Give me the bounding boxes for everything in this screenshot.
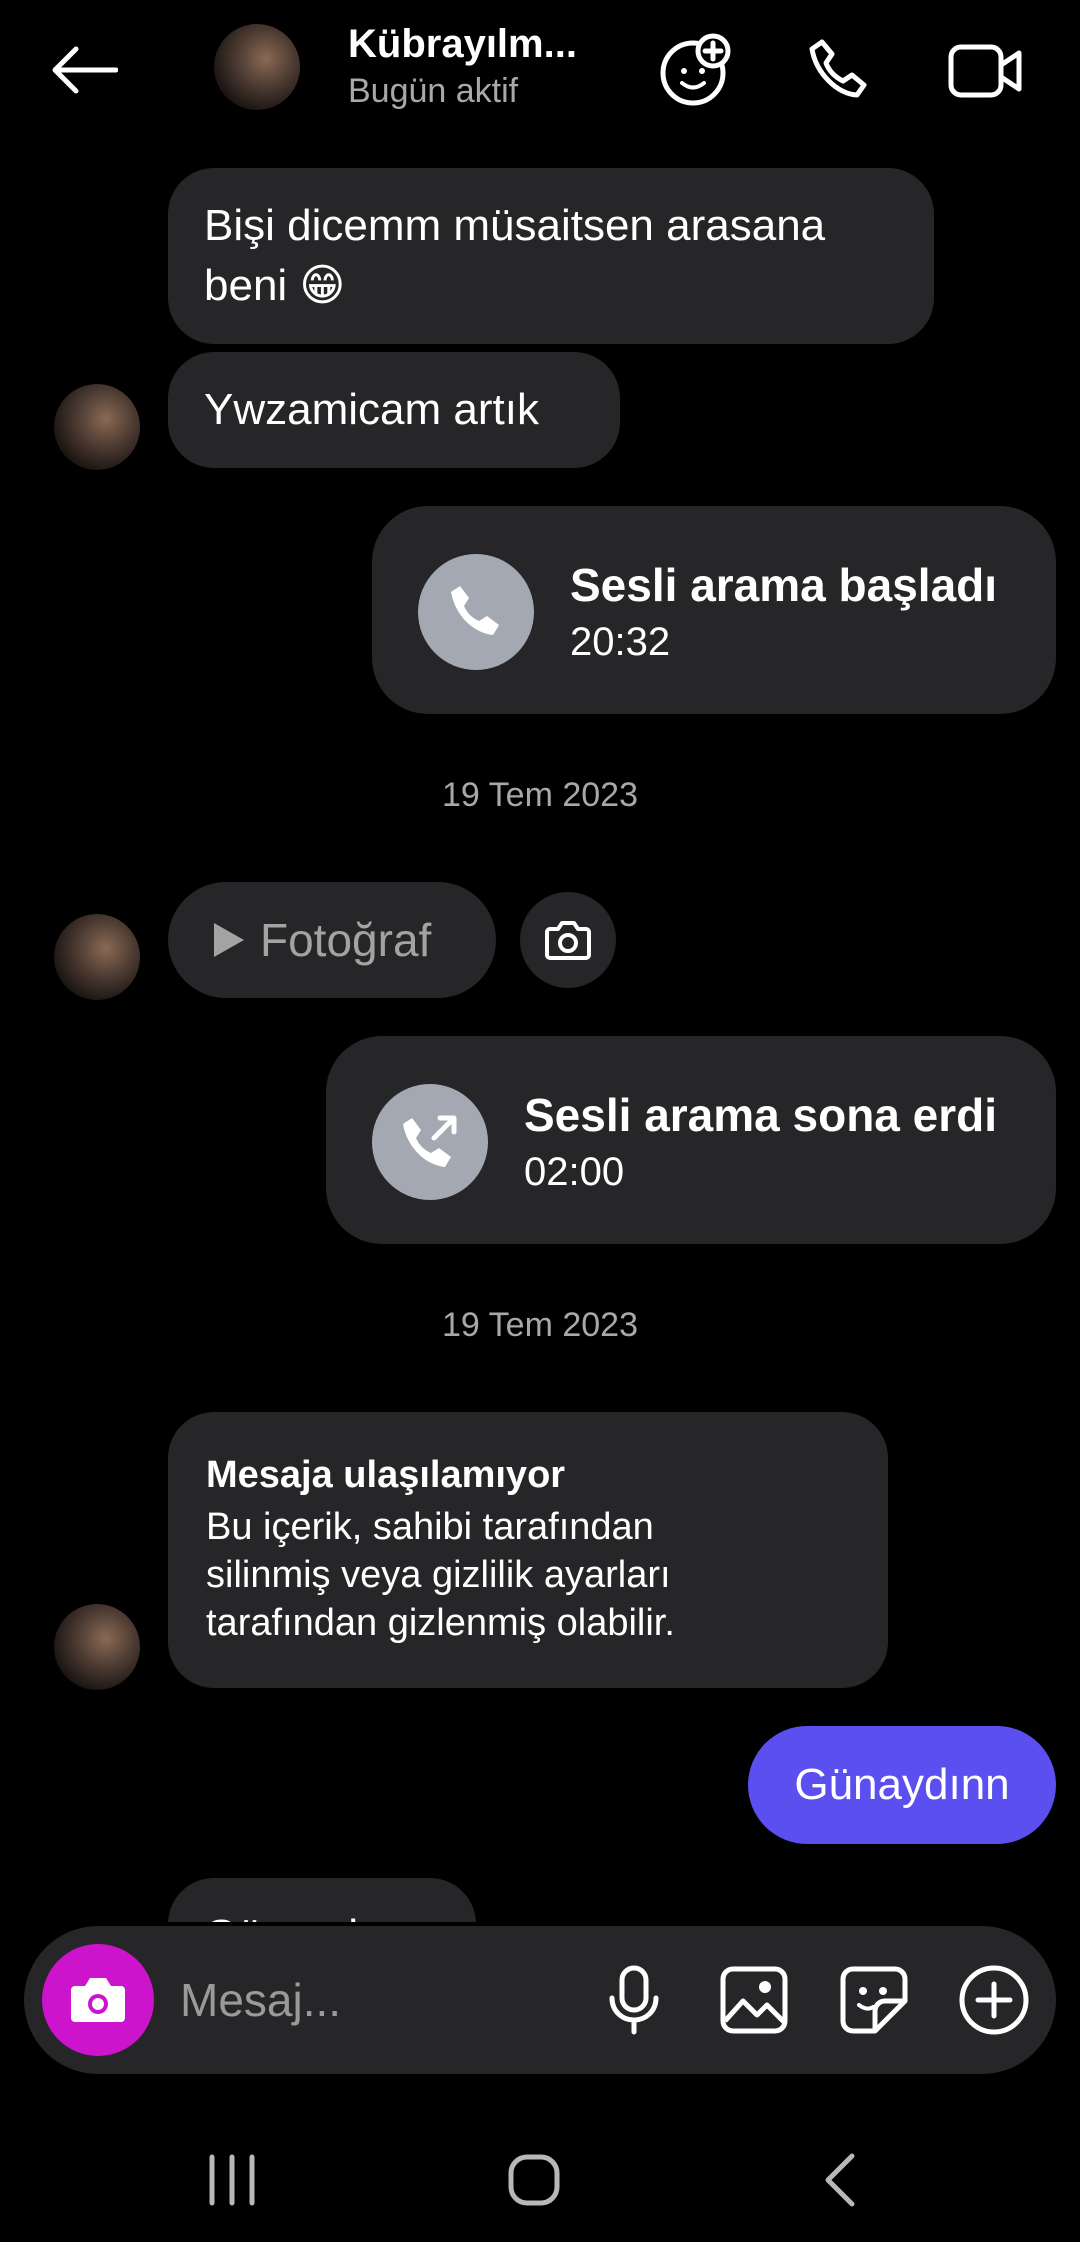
home-icon[interactable] [494, 2140, 574, 2220]
back-arrow-icon[interactable] [44, 30, 124, 110]
incoming-message[interactable]: Bişi dicemm müsaitsen arasana beni 😁 [168, 168, 934, 344]
microphone-icon[interactable] [594, 1960, 674, 2040]
outgoing-call-icon [372, 1084, 488, 1200]
photo-label: Fotoğraf [260, 914, 432, 966]
unavailable-title: Mesaja ulaşılamıyor [206, 1454, 566, 1496]
call-started-card[interactable]: Sesli arama başladı 20:32 [372, 506, 1056, 714]
incoming-message[interactable]: Ywzamicam artık [168, 352, 620, 468]
sender-avatar[interactable] [54, 1604, 140, 1690]
sticker-icon[interactable] [834, 1960, 914, 2040]
chat-header: Kübrayılm... Bugün aktif [0, 0, 1080, 140]
message-text: Bişi dicemm müsaitsen arasana [204, 201, 826, 250]
call-time: 20:32 [570, 620, 671, 664]
unavailable-message[interactable]: Mesaja ulaşılamıyor Bu içerik, sahibi ta… [168, 1412, 888, 1688]
unavailable-text: tarafından gizlenmiş olabilir. [206, 1602, 675, 1644]
add-person-icon[interactable] [654, 30, 736, 112]
system-nav-bar [0, 2110, 1080, 2242]
unavailable-text: silinmiş veya gizlilik ayarları [206, 1554, 671, 1596]
message-text: Günaydınn [794, 1760, 1010, 1809]
camera-reply-icon[interactable] [520, 892, 616, 988]
contact-avatar[interactable] [214, 24, 300, 110]
message-input[interactable] [180, 1970, 560, 2030]
plus-icon[interactable] [954, 1960, 1034, 2040]
camera-icon[interactable] [42, 1944, 154, 2056]
gallery-icon[interactable] [714, 1960, 794, 2040]
photo-message[interactable]: Fotoğraf [168, 882, 496, 998]
play-icon [214, 923, 244, 957]
date-separator: 19 Tem 2023 [442, 1306, 638, 1344]
video-icon[interactable] [944, 30, 1026, 112]
message-composer [24, 1926, 1056, 2074]
sender-avatar[interactable] [54, 914, 140, 1000]
date-separator: 19 Tem 2023 [442, 776, 638, 814]
outgoing-message[interactable]: Günaydınn [748, 1726, 1056, 1844]
message-text: Ywzamicam artık [204, 385, 539, 434]
call-title: Sesli arama sona erdi [524, 1089, 998, 1141]
nav-back-icon[interactable] [800, 2140, 880, 2220]
contact-status: Bugün aktif [348, 72, 519, 110]
call-ended-card[interactable]: Sesli arama sona erdi 02:00 [326, 1036, 1056, 1244]
recent-apps-icon[interactable] [192, 2140, 272, 2220]
call-title: Sesli arama başladı [570, 559, 998, 611]
phone-call-icon [418, 554, 534, 670]
call-time: 02:00 [524, 1150, 625, 1194]
message-text: beni 😁 [204, 261, 346, 310]
phone-icon[interactable] [798, 30, 880, 112]
sender-avatar[interactable] [54, 384, 140, 470]
unavailable-text: Bu içerik, sahibi tarafından [206, 1506, 654, 1548]
contact-name[interactable]: Kübrayılm... [348, 22, 577, 67]
